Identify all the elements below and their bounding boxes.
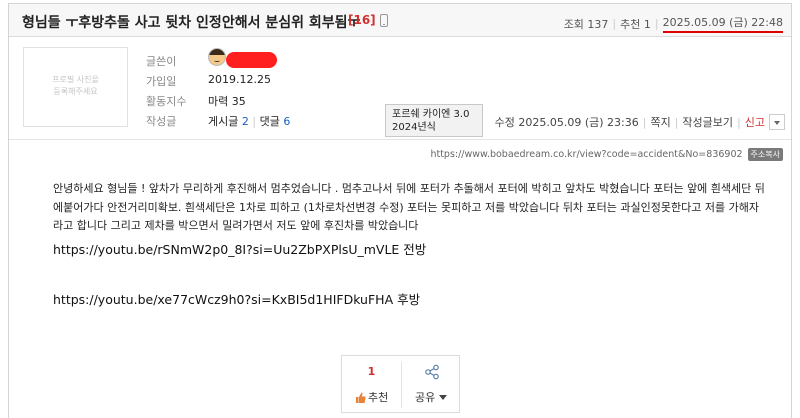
post-header: 형님들 ㅜ후방추돌 사고 뒷차 인정안해서 분심위 회부됨ㅜ [16] 조회 1… — [9, 4, 791, 37]
activity-value: 마력 35 — [208, 95, 246, 108]
author-post-stats: 게시글 2 | 댓글 6 — [208, 115, 291, 128]
mobile-icon — [380, 14, 388, 27]
writer-label: 글쓴이 — [146, 55, 177, 68]
vote-share-box: 1 추천 공유 — [341, 355, 460, 413]
edited-date: 수정 2025.05.09 (금) 23:36 — [494, 116, 639, 129]
profile-placeholder-text: 프로필 사진을 등록해주세요 — [52, 75, 99, 96]
post-meta-actions: 수정 2025.05.09 (금) 23:36 | 쪽지 | 작성글보기 | 신… — [495, 114, 785, 130]
car-info-tooltip: 포르쉐 카이엔 3.0 2024년식 — [385, 104, 483, 137]
post-body: 안녕하세요 형님들 ! 앞차가 무리하게 후진해서 멈추었습니다 . 멈추고나서… — [53, 182, 765, 232]
copy-url-button[interactable]: 주소복사 — [747, 148, 783, 161]
recommend-count: 추천 1 — [620, 17, 651, 31]
posts-text: 게시글 — [208, 115, 239, 128]
share-button[interactable]: 공유 — [415, 389, 448, 405]
post-date: 2025.05.09 (금) 22:48 — [662, 14, 783, 33]
posts-count-link[interactable]: 2 — [242, 115, 249, 128]
comments-text: 댓글 — [259, 115, 280, 128]
chevron-down-icon — [439, 394, 448, 400]
recommend-label: 추천 — [368, 391, 389, 404]
share-icon[interactable] — [424, 364, 440, 380]
joined-date: 2019.12.25 — [208, 73, 271, 86]
post-title: 형님들 ㅜ후방추돌 사고 뒷차 인정안해서 분심위 회부됨ㅜ — [22, 15, 361, 31]
post-url: https://www.bobaedream.co.kr/view?code=a… — [430, 148, 783, 161]
comment-count-badge[interactable]: [16] — [348, 13, 376, 27]
view-posts-link[interactable]: 작성글보기 — [682, 114, 733, 130]
youtube-link-rear[interactable]: https://youtu.be/xe77cWcz9h0?si=KxBI5d1H… — [53, 289, 420, 308]
view-count: 조회 137 — [563, 17, 609, 31]
posts-label: 작성글 — [146, 115, 177, 128]
activity-label: 활동지수 — [146, 95, 187, 108]
post-stats: 조회 137 | 추천 1 | 2025.05.09 (금) 22:48 — [564, 14, 783, 33]
more-dropdown-button[interactable] — [769, 114, 785, 130]
report-link[interactable]: 신고 — [745, 114, 765, 130]
post-url-text: https://www.bobaedream.co.kr/view?code=a… — [430, 149, 743, 160]
author-nickname-redacted[interactable] — [226, 52, 277, 68]
thumbs-up-icon — [356, 392, 366, 403]
tooltip-car-model: 포르쉐 카이엔 3.0 — [392, 109, 470, 120]
comments-count-link[interactable]: 6 — [283, 115, 290, 128]
post-frame: 형님들 ㅜ후방추돌 사고 뒷차 인정안해서 분심위 회부됨ㅜ [16] 조회 1… — [8, 3, 792, 418]
joined-label: 가입일 — [146, 75, 177, 88]
share-label: 공유 — [415, 391, 436, 404]
tooltip-car-year: 2024년식 — [392, 122, 436, 133]
youtube-link-front[interactable]: https://youtu.be/rSNmW2p0_8I?si=Uu2ZbPXP… — [53, 239, 426, 258]
message-link[interactable]: 쪽지 — [650, 114, 670, 130]
profile-photo-placeholder: 프로필 사진을 등록해주세요 — [23, 47, 128, 127]
recommend-count-value: 1 — [367, 365, 376, 378]
recommend-button[interactable]: 추천 — [356, 389, 388, 405]
avatar[interactable] — [208, 48, 226, 66]
divider — [9, 139, 791, 140]
